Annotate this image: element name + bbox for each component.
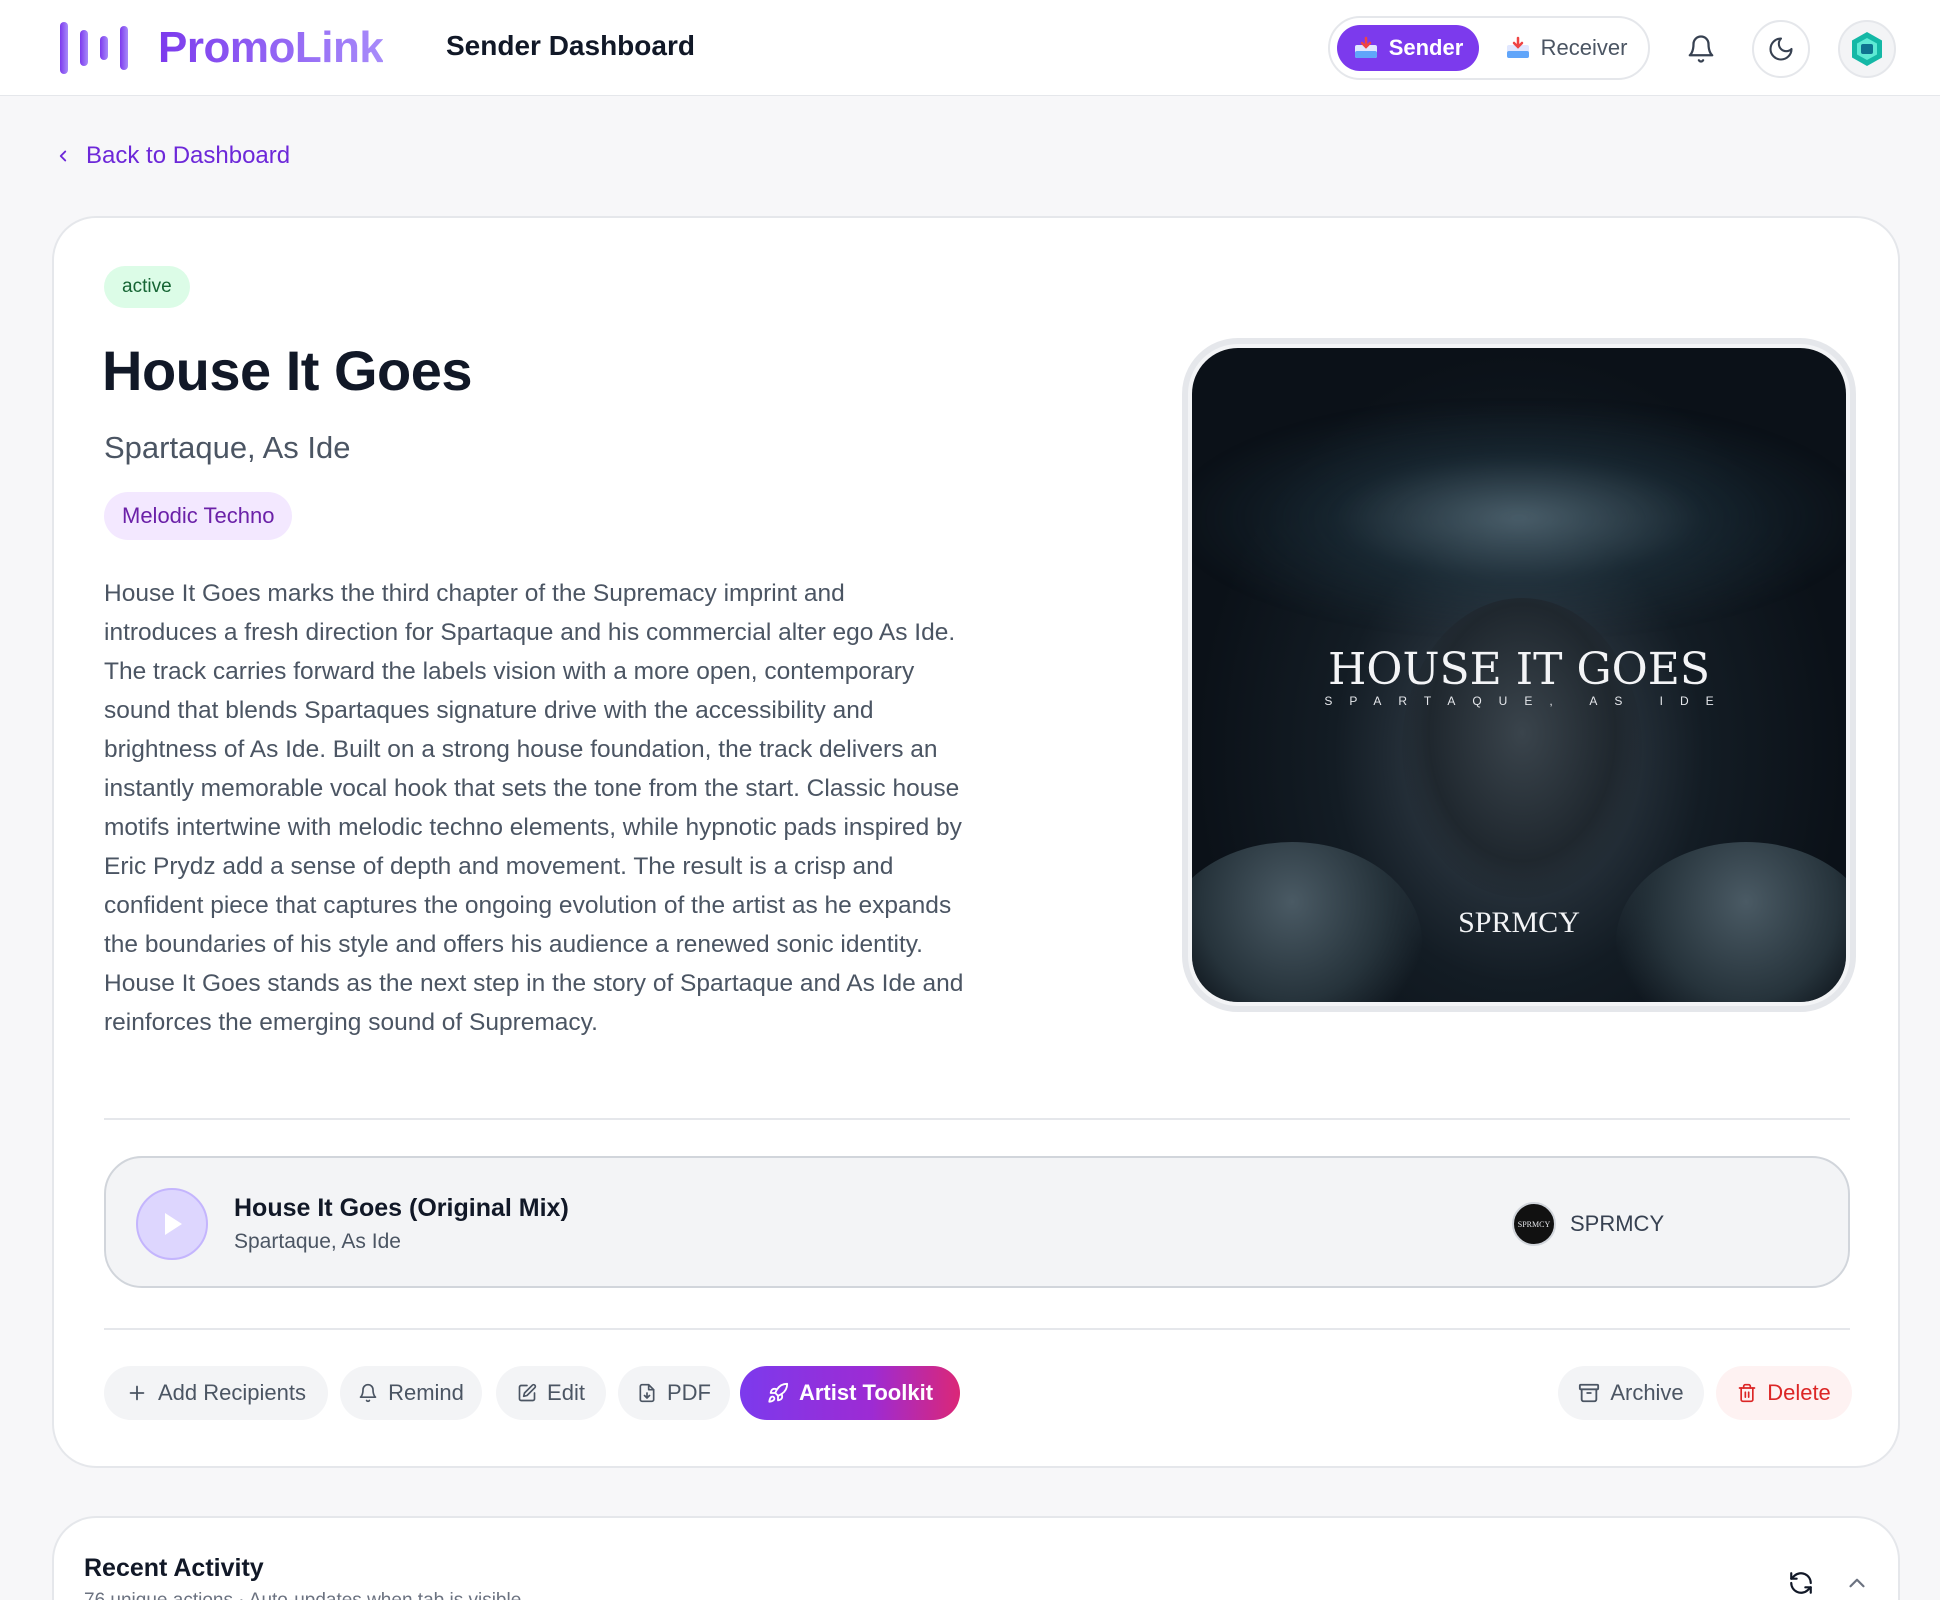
trash-icon bbox=[1738, 1383, 1756, 1403]
theme-toggle-button[interactable] bbox=[1752, 20, 1810, 78]
artist-toolkit-button[interactable]: Artist Toolkit bbox=[740, 1366, 960, 1420]
track-artist: Spartaque, As Ide bbox=[234, 1230, 401, 1253]
water-ripple bbox=[1192, 408, 1846, 628]
logo-text: PromoLink bbox=[158, 23, 384, 72]
role-switcher: Sender Receiver bbox=[1328, 16, 1650, 80]
artist-toolkit-label: Artist Toolkit bbox=[798, 1380, 934, 1405]
file-download-icon bbox=[639, 1383, 655, 1403]
inbox-icon bbox=[1354, 36, 1377, 58]
cover-subtitle: SPARTAQUE, AS IDE bbox=[1324, 694, 1731, 708]
chevron-up-icon bbox=[1849, 1578, 1865, 1588]
release-title: House It Goes bbox=[102, 339, 473, 402]
back-to-dashboard-link[interactable]: Back to Dashboard bbox=[54, 142, 290, 170]
refresh-icon bbox=[1790, 1572, 1812, 1594]
track-player: House It Goes (Original Mix) Spartaque, … bbox=[104, 1156, 1850, 1288]
release-card: active House It Goes Spartaque, As Ide M… bbox=[52, 216, 1900, 1468]
hexagon-avatar-icon bbox=[1852, 32, 1882, 66]
play-button[interactable] bbox=[136, 1188, 208, 1260]
recent-activity-card: Recent Activity 76 unique actions · Auto… bbox=[52, 1516, 1900, 1600]
remind-button[interactable]: Remind bbox=[340, 1366, 482, 1420]
user-avatar[interactable] bbox=[1838, 20, 1896, 78]
notifications-button[interactable] bbox=[1672, 20, 1730, 78]
status-badge: active bbox=[104, 266, 190, 308]
cover-title: HOUSE IT GOES bbox=[1328, 644, 1710, 695]
cover-label: SPRMCY bbox=[1458, 906, 1580, 939]
sender-role-button[interactable]: Sender bbox=[1337, 25, 1479, 71]
cover-figure bbox=[1402, 598, 1642, 898]
divider bbox=[104, 1118, 1850, 1120]
edit-icon bbox=[518, 1383, 537, 1402]
play-icon bbox=[165, 1213, 182, 1235]
cover-art-image: HOUSE IT GOES SPARTAQUE, AS IDE SPRMCY bbox=[1192, 348, 1846, 1002]
recent-activity-subtitle: 76 unique actions · Auto-updates when ta… bbox=[84, 1590, 521, 1600]
add-recipients-button[interactable]: Add Recipients bbox=[104, 1366, 328, 1420]
delete-button[interactable]: Delete bbox=[1716, 1366, 1852, 1420]
cover-art: HOUSE IT GOES SPARTAQUE, AS IDE SPRMCY bbox=[1182, 338, 1856, 1012]
bell-icon bbox=[359, 1383, 377, 1403]
collapse-button[interactable] bbox=[1844, 1570, 1870, 1600]
sender-role-label: Sender bbox=[1388, 35, 1464, 60]
archive-label: Archive bbox=[1610, 1380, 1684, 1405]
waveform-logo-icon bbox=[60, 22, 128, 74]
top-header: PromoLink Sender Dashboard Sender Receiv… bbox=[0, 0, 1940, 96]
plus-icon bbox=[129, 1385, 145, 1401]
archive-button[interactable]: Archive bbox=[1558, 1366, 1704, 1420]
promolink-logo[interactable]: PromoLink bbox=[58, 20, 384, 76]
recent-activity-title: Recent Activity bbox=[84, 1554, 264, 1582]
archive-icon bbox=[1579, 1383, 1600, 1403]
remind-label: Remind bbox=[388, 1380, 464, 1405]
back-label: Back to Dashboard bbox=[86, 142, 291, 169]
edit-button[interactable]: Edit bbox=[496, 1366, 606, 1420]
release-artist: Spartaque, As Ide bbox=[104, 430, 351, 465]
track-title: House It Goes (Original Mix) bbox=[234, 1194, 569, 1222]
record-label: SPRMCY SPRMCY bbox=[1512, 1202, 1664, 1246]
add-recipients-label: Add Recipients bbox=[158, 1380, 306, 1405]
receiver-role-button[interactable]: Receiver bbox=[1494, 25, 1638, 71]
delete-label: Delete bbox=[1767, 1380, 1831, 1405]
rocket-icon bbox=[768, 1382, 789, 1403]
pdf-button[interactable]: PDF bbox=[618, 1366, 730, 1420]
divider bbox=[104, 1328, 1850, 1330]
release-description: House It Goes marks the third chapter of… bbox=[104, 580, 964, 1036]
page-title: Sender Dashboard bbox=[446, 30, 695, 61]
moon-icon bbox=[1769, 37, 1793, 61]
chevron-left-icon bbox=[59, 150, 67, 162]
pdf-label: PDF bbox=[667, 1380, 711, 1405]
refresh-button[interactable] bbox=[1788, 1570, 1814, 1600]
inbox-icon bbox=[1506, 36, 1529, 58]
receiver-role-label: Receiver bbox=[1540, 35, 1628, 60]
genre-badge: Melodic Techno bbox=[104, 492, 293, 540]
bell-icon bbox=[1688, 35, 1714, 63]
edit-label: Edit bbox=[547, 1380, 585, 1405]
label-name: SPRMCY bbox=[1570, 1211, 1665, 1236]
label-logo: SPRMCY bbox=[1512, 1202, 1556, 1246]
